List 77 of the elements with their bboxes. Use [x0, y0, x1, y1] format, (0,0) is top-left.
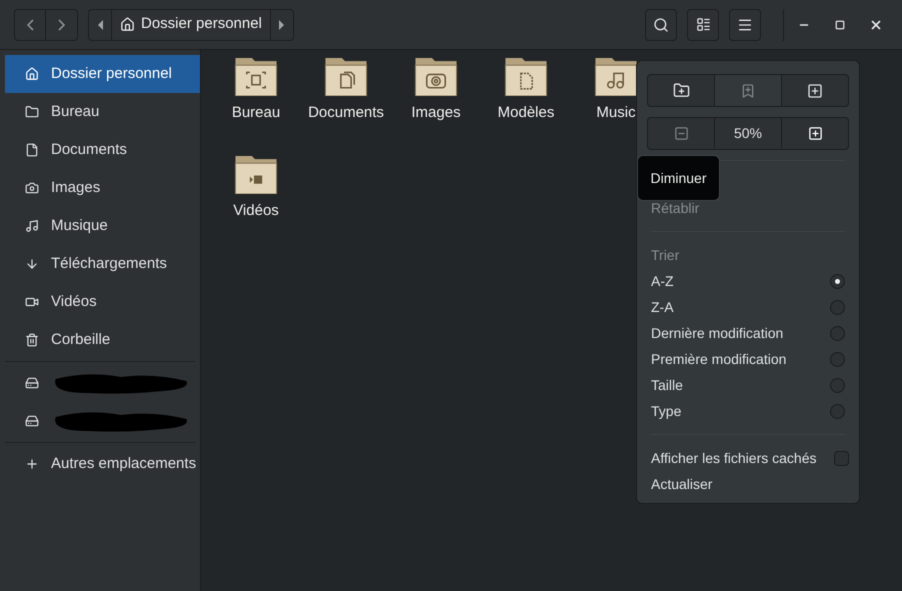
new-folder-button[interactable] — [647, 74, 715, 107]
folder-plus-icon — [672, 82, 690, 99]
sidebar-item[interactable]: Vidéos — [5, 283, 200, 321]
video-icon — [25, 295, 39, 309]
trash-icon — [25, 333, 39, 347]
forward-button[interactable] — [46, 8, 78, 40]
back-icon — [26, 18, 34, 30]
menu-icon — [737, 16, 753, 32]
sort-option[interactable]: A-Z — [647, 268, 849, 294]
folder-icon — [234, 58, 278, 96]
search-button[interactable] — [645, 8, 677, 40]
maximize-icon — [835, 20, 845, 30]
zoom-in-button[interactable] — [781, 117, 849, 150]
sidebar-item[interactable]: Documents — [5, 131, 200, 169]
folder-icon — [414, 58, 458, 96]
path-left-button[interactable] — [88, 8, 112, 40]
sidebar-item[interactable]: Corbeille — [5, 321, 200, 359]
music-icon — [25, 219, 39, 233]
bookmark-button[interactable] — [715, 74, 781, 107]
plus-square-icon — [807, 82, 823, 98]
sidebar-item[interactable]: Autres emplacements — [5, 445, 200, 483]
path-button[interactable]: Dossier personnel — [112, 8, 270, 40]
folder-icon — [324, 58, 368, 96]
folder-item[interactable]: Bureau — [211, 58, 301, 156]
folder-item[interactable]: Modèles — [481, 58, 571, 156]
folder-item[interactable]: Images — [391, 58, 481, 156]
plus-icon — [808, 126, 822, 141]
plus-icon — [25, 457, 39, 471]
back-button[interactable] — [14, 8, 46, 40]
path-right-button[interactable] — [270, 8, 294, 40]
view-button[interactable] — [687, 8, 719, 40]
radio-button[interactable] — [830, 378, 845, 392]
folder-icon — [234, 156, 278, 194]
home-icon — [25, 67, 39, 81]
document-icon — [25, 143, 39, 157]
server-icon — [25, 414, 39, 428]
download-icon — [25, 257, 39, 271]
sort-option[interactable]: Première modification — [647, 346, 849, 372]
list-view-icon — [696, 17, 710, 32]
tooltip: Diminuer — [637, 155, 720, 201]
sidebar-item[interactable]: Images — [5, 169, 200, 207]
sort-option[interactable]: Type — [647, 398, 849, 424]
folder-item[interactable]: Vidéos — [211, 156, 301, 254]
server-icon — [25, 376, 39, 390]
menu-button[interactable] — [729, 8, 761, 40]
sort-option[interactable]: Z-A — [647, 294, 849, 320]
sidebar-item[interactable]: Téléchargements — [5, 245, 200, 283]
home-icon — [120, 17, 135, 32]
radio-button[interactable] — [830, 404, 845, 418]
folder-item[interactable]: Music — [571, 58, 661, 156]
search-icon — [653, 16, 669, 32]
sort-option[interactable]: Dernière modification — [647, 320, 849, 346]
minus-icon — [674, 126, 688, 141]
new-tab-button[interactable] — [781, 74, 849, 107]
radio-button[interactable] — [830, 326, 845, 340]
sidebar-item[interactable]: Musique — [5, 207, 200, 245]
radio-button[interactable] — [830, 352, 845, 366]
radio-button[interactable] — [830, 300, 845, 314]
checkbox[interactable] — [834, 450, 849, 466]
zoom-level: 50% — [715, 117, 781, 150]
folder-icon — [594, 58, 638, 96]
menu-item[interactable]: Afficher les fichiers cachés — [647, 445, 849, 471]
radio-button[interactable] — [830, 274, 845, 288]
bookmark-plus-icon — [740, 82, 756, 98]
menu-item[interactable]: Actualiser — [647, 471, 849, 497]
close-icon — [869, 18, 883, 32]
camera-icon — [25, 181, 39, 195]
folder-item[interactable]: Documents — [301, 58, 391, 156]
folder-icon — [504, 58, 548, 96]
forward-icon — [58, 18, 65, 30]
sort-option[interactable]: Taille — [647, 372, 849, 398]
sidebar-item[interactable]: Dossier personnel — [5, 55, 200, 93]
folder-icon — [25, 105, 39, 119]
right-arrow-icon — [279, 20, 284, 30]
left-arrow-icon — [98, 20, 102, 30]
sidebar-item[interactable]: Bureau — [5, 93, 200, 131]
section-heading: Trier — [650, 246, 680, 264]
